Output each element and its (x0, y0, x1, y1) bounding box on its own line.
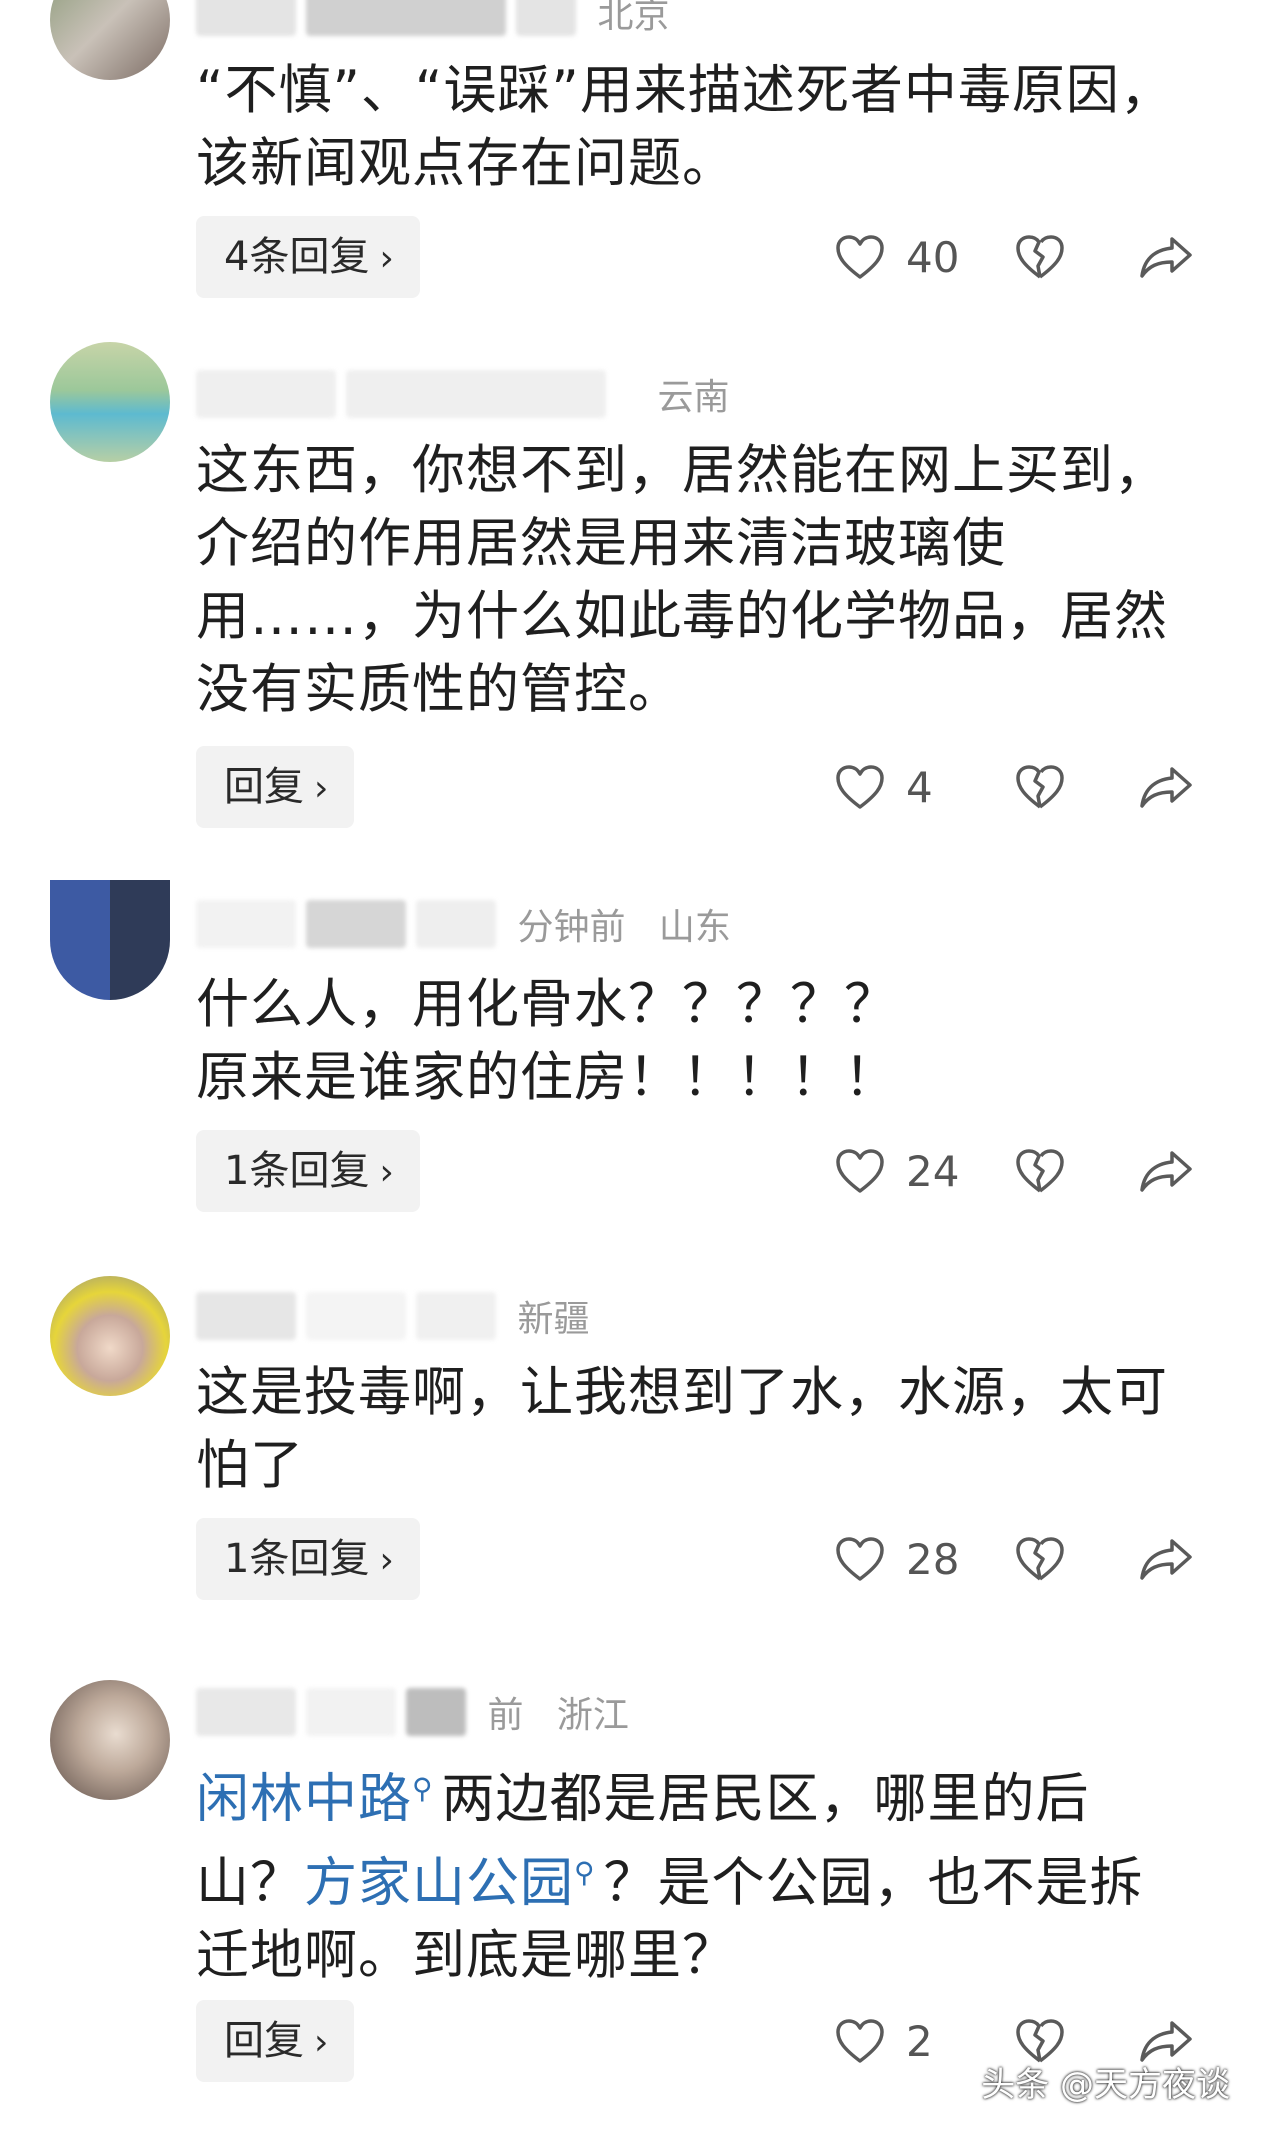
share-button[interactable] (1138, 233, 1194, 281)
like-button[interactable]: 28 (834, 1535, 966, 1584)
topic-link[interactable]: 方家山公园 (304, 1852, 574, 1913)
chevron-right-icon: › (379, 1152, 394, 1193)
reply-label: 1条回复 (224, 1536, 370, 1582)
comment-meta: 前 浙江 (196, 1686, 629, 1738)
topic-link[interactable]: 闲林中路 (196, 1769, 412, 1830)
broken-heart-icon (1016, 765, 1064, 809)
reply-label: 4条回复 (224, 234, 370, 280)
reply-label: 1条回复 (224, 1148, 370, 1194)
reply-button[interactable]: 4条回复 › (196, 216, 420, 298)
broken-heart-icon (1016, 235, 1064, 279)
share-arrow-icon (1140, 767, 1192, 808)
broken-heart-icon (1016, 1149, 1064, 1193)
comment-meta: 北京 (196, 0, 669, 38)
avatar[interactable] (50, 1680, 170, 1800)
like-count: 2 (906, 2016, 933, 2066)
reply-label: 回复 (224, 764, 304, 810)
dislike-button[interactable] (1014, 1147, 1066, 1195)
reply-button[interactable]: 回复 › (196, 746, 355, 828)
watermark: 头条 @天方夜谈 (981, 2065, 1230, 2105)
like-button[interactable]: 24 (834, 1147, 966, 1196)
comment-text-segment: 这东西，你想不到，居然能在网上买到，介绍的作用居然是用来清洁玻璃使用……，为什么… (196, 440, 1168, 720)
avatar[interactable] (50, 0, 170, 80)
like-count: 40 (906, 232, 960, 282)
reply-button[interactable]: 1条回复 › (196, 1518, 420, 1600)
share-button[interactable] (1138, 1535, 1194, 1583)
chevron-right-icon: › (314, 768, 329, 809)
dislike-button[interactable] (1014, 233, 1066, 281)
search-icon: ⚲ (412, 1772, 434, 1805)
heart-outline-icon (836, 1149, 884, 1193)
heart-outline-icon (836, 765, 884, 809)
comment-meta: 云南 (196, 368, 729, 420)
comment-actions: 4 (834, 746, 1194, 828)
like-button[interactable]: 4 (834, 763, 966, 812)
comment-actions: 24 (834, 1130, 1194, 1212)
chevron-right-icon: › (314, 2022, 329, 2063)
comment-text: 这是投毒啊，让我想到了水，水源，太可怕了 (196, 1356, 1186, 1502)
comment-text-segment: 这是投毒啊，让我想到了水，水源，太可怕了 (196, 1362, 1168, 1496)
like-count: 24 (906, 1146, 960, 1196)
avatar[interactable] (50, 342, 170, 462)
heart-outline-icon (836, 2019, 884, 2063)
reply-label: 回复 (224, 2018, 304, 2064)
dislike-button[interactable] (1014, 1535, 1066, 1583)
heart-outline-icon (836, 1537, 884, 1581)
share-button[interactable] (1138, 763, 1194, 811)
like-button[interactable]: 40 (834, 233, 966, 282)
share-arrow-icon (1140, 1539, 1192, 1580)
chevron-right-icon: › (379, 1540, 394, 1581)
comment-text-segment: 什么人，用化骨水？？？？？ (196, 974, 898, 1035)
chevron-right-icon: › (379, 238, 394, 279)
dislike-button[interactable] (1014, 763, 1066, 811)
like-count: 28 (906, 1534, 960, 1584)
share-button[interactable] (1138, 1147, 1194, 1195)
comment-text: 闲林中路⚲ 两边都是居民区，哪里的后山？方家山公园⚲ ？是个公园，也不是拆迁地啊。到… (196, 1752, 1186, 1992)
share-arrow-icon (1140, 237, 1192, 278)
comment-time: 前 (487, 1695, 524, 1736)
comment-text: 什么人，用化骨水？？？？？ 原来是谁家的住房！！！！！ (196, 968, 1186, 1114)
comment-text-segment: “不慎”、“误踩”用来描述死者中毒原因，该新闻观点存在问题。 (196, 60, 1174, 194)
comment-text: 这东西，你想不到，居然能在网上买到，介绍的作用居然是用来清洁玻璃使用……，为什么… (196, 434, 1186, 726)
avatar[interactable] (50, 880, 170, 1000)
comment-meta: 新疆 (196, 1290, 589, 1342)
comment-location: 浙江 (556, 1695, 629, 1736)
broken-heart-icon (1016, 1537, 1064, 1581)
comment-meta: 分钟前 山东 (196, 898, 731, 950)
comment-location: 山东 (658, 907, 731, 948)
comment-location: 新疆 (517, 1299, 590, 1340)
search-icon: ⚲ (574, 1855, 596, 1889)
comment-time: 分钟前 (517, 907, 626, 948)
comment-actions: 40 (834, 216, 1194, 298)
comment-location: 云南 (657, 377, 730, 418)
comment-location: 北京 (597, 0, 670, 36)
reply-button[interactable]: 1条回复 › (196, 1130, 420, 1212)
heart-outline-icon (836, 235, 884, 279)
comment-text: “不慎”、“误踩”用来描述死者中毒原因，该新闻观点存在问题。 (196, 54, 1186, 200)
share-arrow-icon (1140, 1151, 1192, 1192)
comment-actions: 28 (834, 1518, 1194, 1600)
comment-text-segment: 原来是谁家的住房！！！！！ (196, 1047, 898, 1108)
avatar[interactable] (50, 1276, 170, 1396)
like-button[interactable]: 2 (834, 2017, 966, 2066)
like-count: 4 (906, 762, 933, 812)
reply-button[interactable]: 回复 › (196, 2000, 355, 2082)
